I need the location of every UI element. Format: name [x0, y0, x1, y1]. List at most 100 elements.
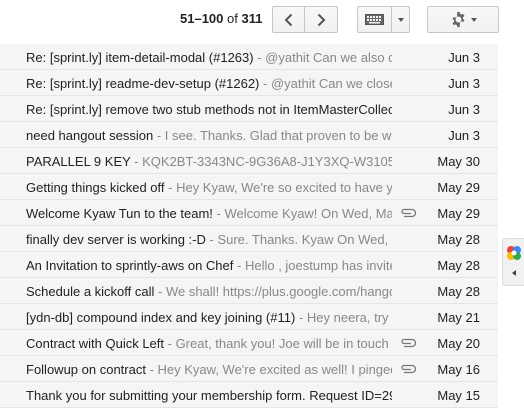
collapse-arrow-icon: [512, 270, 516, 276]
sidebar-gadget[interactable]: [502, 238, 524, 286]
page-of-label: of: [227, 11, 238, 26]
email-date: Jun 3: [448, 128, 480, 143]
email-summary: Re: [sprint.ly] remove two stub methods …: [26, 102, 392, 117]
attachment-icon: [401, 364, 416, 374]
email-date: May 28: [437, 284, 480, 299]
email-date: May 29: [437, 180, 480, 195]
email-snippet: We shall! https://plus.google.com/hango: [165, 284, 392, 299]
email-summary: Re: [sprint.ly] readme-dev-setup (#1262)…: [26, 76, 392, 91]
email-row[interactable]: Schedule a kickoff call - We shall! http…: [0, 278, 498, 304]
email-subject: Followup on contract: [26, 362, 146, 377]
email-snippet: Hey Kyaw, We're excited as well! I pinge…: [157, 362, 392, 377]
email-summary: PARALLEL 9 KEY - KQK2BT-3343NC-9G36A8-J1…: [26, 154, 392, 169]
email-subject: PARALLEL 9 KEY: [26, 154, 131, 169]
snippet-separator: -: [164, 180, 177, 195]
page-range: 51–100: [180, 11, 224, 26]
snippet-separator: -: [145, 362, 158, 377]
email-snippet: Sure. Thanks. Kyaw On Wed, M: [217, 232, 392, 247]
email-subject: Welcome Kyaw Tun to the team!: [26, 206, 213, 221]
email-summary: Re: [sprint.ly] item-detail-modal (#1263…: [26, 50, 392, 65]
email-summary: finally dev server is working :-D - Sure…: [26, 232, 392, 247]
email-snippet: Hey neera, try c: [306, 310, 392, 325]
newer-button[interactable]: [272, 6, 305, 33]
email-snippet: @yathit Can we also cl: [265, 50, 392, 65]
chevron-down-icon: [397, 17, 404, 22]
snippet-separator: -: [259, 76, 271, 91]
attachment-icon: [401, 338, 416, 348]
email-row[interactable]: need hangout session - I see. Thanks. Gl…: [0, 122, 498, 148]
chevron-left-icon: [284, 13, 292, 26]
email-summary: Contract with Quick Left - Great, thank …: [26, 336, 392, 351]
settings-button[interactable]: [427, 6, 499, 33]
snippet-separator: -: [205, 232, 218, 247]
email-row[interactable]: finally dev server is working :-D - Sure…: [0, 226, 498, 252]
email-date: May 16: [437, 362, 480, 377]
email-summary: An Invitation to sprintly-aws on Chef - …: [26, 258, 392, 273]
email-date: Jun 3: [448, 76, 480, 91]
email-date: Jun 3: [448, 50, 480, 65]
snippet-separator: -: [253, 50, 266, 65]
email-date: May 28: [437, 232, 480, 247]
gear-icon: [452, 11, 464, 28]
page-total: 311: [241, 11, 263, 26]
chevron-right-icon: [317, 13, 326, 26]
email-row[interactable]: Getting things kicked off - Hey Kyaw, We…: [0, 174, 498, 200]
pager-nav: [272, 6, 338, 33]
email-summary: Schedule a kickoff call - We shall! http…: [26, 284, 392, 299]
older-button[interactable]: [305, 6, 338, 33]
email-snippet: Great, thank you! Joe will be in touch t: [175, 336, 392, 351]
email-summary: need hangout session - I see. Thanks. Gl…: [26, 128, 392, 143]
email-row[interactable]: Followup on contract - Hey Kyaw, We're e…: [0, 356, 498, 382]
input-tools-dropdown[interactable]: [392, 6, 410, 33]
attachment-icon: [401, 208, 416, 218]
email-summary: Thank you for submitting your membership…: [26, 388, 392, 403]
email-subject: Getting things kicked off: [26, 180, 165, 195]
email-snippet: Welcome Kyaw! On Wed, May: [224, 206, 392, 221]
email-row[interactable]: Welcome Kyaw Tun to the team! - Welcome …: [0, 200, 498, 226]
email-summary: [ydn-db] compound index and key joining …: [26, 310, 392, 325]
email-subject: An Invitation to sprintly-aws on Chef: [26, 258, 234, 273]
email-snippet: Hey Kyaw, We're so excited to have yo: [176, 180, 392, 195]
email-row[interactable]: Re: [sprint.ly] readme-dev-setup (#1262)…: [0, 70, 498, 96]
snippet-separator: -: [154, 284, 166, 299]
email-date: May 21: [437, 310, 480, 325]
email-date: May 30: [437, 154, 480, 169]
email-date: Jun 3: [448, 102, 480, 117]
email-snippet: @yathit Can we close: [270, 76, 392, 91]
toolbar: 51–100 of 311: [0, 0, 524, 40]
email-row[interactable]: Contract with Quick Left - Great, thank …: [0, 330, 498, 356]
input-tools-button[interactable]: [357, 6, 392, 33]
input-tools: [357, 6, 410, 33]
email-row[interactable]: Re: [sprint.ly] item-detail-modal (#1263…: [0, 44, 498, 70]
snippet-separator: -: [164, 336, 176, 351]
email-date: May 28: [437, 258, 480, 273]
email-snippet: I see. Thanks. Glad that proven to be wr: [164, 128, 392, 143]
email-snippet: KQK2BT-3343NC-9G36A8-J1Y3XQ-W3105: [142, 154, 392, 169]
email-row[interactable]: Re: [sprint.ly] remove two stub methods …: [0, 96, 498, 122]
scrollbar[interactable]: [498, 40, 502, 410]
email-subject: Re: [sprint.ly] readme-dev-setup (#1262): [26, 76, 260, 91]
snippet-separator: -: [295, 310, 307, 325]
email-summary: Welcome Kyaw Tun to the team! - Welcome …: [26, 206, 392, 221]
email-row[interactable]: PARALLEL 9 KEY - KQK2BT-3343NC-9G36A8-J1…: [0, 148, 498, 174]
google-apps-icon: [507, 246, 521, 260]
keyboard-icon: [365, 14, 384, 25]
snippet-separator: -: [212, 206, 225, 221]
email-summary: Getting things kicked off - Hey Kyaw, We…: [26, 180, 392, 195]
email-subject: Re: [sprint.ly] item-detail-modal (#1263…: [26, 50, 254, 65]
snippet-separator: -: [130, 154, 143, 169]
email-subject: Thank you for submitting your membership…: [26, 388, 392, 403]
email-subject: [ydn-db] compound index and key joining …: [26, 310, 296, 325]
email-date: May 20: [437, 336, 480, 351]
email-subject: need hangout session: [26, 128, 154, 143]
email-subject: Schedule a kickoff call: [26, 284, 155, 299]
message-list: Re: [sprint.ly] item-detail-modal (#1263…: [0, 44, 498, 408]
email-row[interactable]: [ydn-db] compound index and key joining …: [0, 304, 498, 330]
email-row[interactable]: Thank you for submitting your membership…: [0, 382, 498, 408]
email-summary: Followup on contract - Hey Kyaw, We're e…: [26, 362, 392, 377]
email-subject: Contract with Quick Left: [26, 336, 164, 351]
chevron-down-icon: [470, 17, 477, 22]
email-subject: finally dev server is working :-D: [26, 232, 206, 247]
email-row[interactable]: An Invitation to sprintly-aws on Chef - …: [0, 252, 498, 278]
email-date: May 29: [437, 206, 480, 221]
